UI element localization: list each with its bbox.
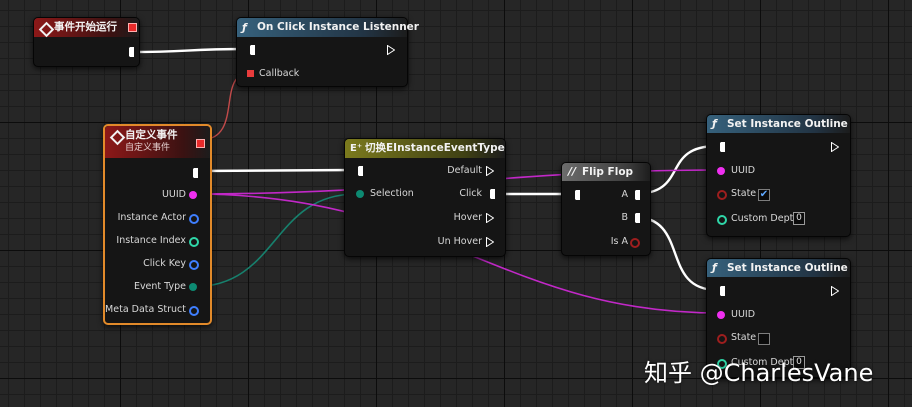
uuid-label: UUID (731, 309, 756, 320)
flip-flop-header: // Flip Flop (562, 163, 650, 181)
click-label: Click (459, 188, 482, 199)
flip-flop-node[interactable]: // Flip Flop A B Is A (561, 162, 651, 256)
un-hover-label: Un Hover (437, 236, 482, 247)
function-icon: ƒ (712, 117, 717, 130)
event-type-pin[interactable] (189, 283, 197, 291)
event-diamond-icon (38, 21, 55, 38)
event-diamond-icon (109, 129, 126, 146)
on-click-listener-node[interactable]: ƒ On Click Instance Listenner Callback (236, 17, 419, 87)
callback-label: Callback (259, 68, 300, 79)
exec-out-pin[interactable] (831, 286, 839, 296)
exec-in-pin[interactable] (720, 286, 725, 296)
state-label: State (731, 188, 757, 199)
meta-data-struct-label: Meta Data Struct (105, 304, 186, 315)
instance-actor-pin[interactable] (189, 214, 199, 224)
instance-index-pin[interactable] (189, 237, 199, 247)
meta-data-struct-pin[interactable] (189, 306, 199, 316)
event-begin-play-node[interactable]: 事件开始运行 (33, 17, 140, 67)
state-checkbox[interactable]: ✔ (758, 189, 770, 201)
a-exec-out-pin[interactable] (635, 190, 640, 200)
switch-enum-header: E⁺ 切换EInstanceEventType (345, 139, 505, 158)
b-exec-out-pin[interactable] (635, 213, 640, 223)
exec-out-pin[interactable] (129, 47, 134, 57)
switch-enum-icon: E⁺ (350, 143, 363, 154)
exec-out-pin[interactable] (831, 142, 839, 152)
instance-index-label: Instance Index (116, 235, 186, 246)
on-click-listener-header: ƒ On Click Instance Listenner (237, 18, 419, 37)
event-output-delegate-icon (196, 139, 205, 148)
node-title: 事件开始运行 (54, 21, 117, 33)
node-title: 切换EInstanceEventType (365, 142, 505, 154)
exec-out-pin[interactable] (193, 168, 198, 178)
switch-enum-node[interactable]: E⁺ 切换EInstanceEventType Selection Defaul… (344, 138, 506, 257)
hover-label: Hover (453, 212, 482, 223)
state-label: State (731, 332, 757, 343)
wire-exec-customevent-to-switch (196, 168, 355, 173)
default-exec-out-pin[interactable] (486, 166, 494, 176)
selection-label: Selection (370, 188, 414, 199)
uuid-label: UUID (731, 165, 756, 176)
b-label: B (621, 212, 628, 223)
exec-in-pin[interactable] (358, 166, 363, 176)
a-label: A (621, 189, 629, 200)
wire-enum-eventtype-to-selection (191, 193, 358, 288)
custom-event-node[interactable]: 自定义事件 自定义事件 UUID Instance Actor Instance… (103, 124, 212, 325)
uuid-pin[interactable] (189, 191, 197, 199)
exec-in-pin[interactable] (720, 142, 725, 152)
custom-depth-pin[interactable] (717, 215, 727, 225)
function-icon: ƒ (712, 261, 717, 274)
exec-in-pin[interactable] (250, 45, 255, 55)
click-key-pin[interactable] (189, 260, 199, 270)
uuid-label: UUID (161, 189, 186, 200)
exec-out-pin[interactable] (387, 45, 395, 55)
set-instance-outline-header: ƒ Set Instance Outline (707, 259, 850, 277)
instance-actor-label: Instance Actor (117, 212, 186, 223)
function-icon: ƒ (242, 21, 247, 34)
default-label: Default (447, 165, 482, 176)
node-title: Flip Flop (582, 166, 634, 178)
wire-exec-beginplay-to-listener (130, 47, 247, 54)
hover-exec-out-pin[interactable] (486, 213, 494, 223)
node-title: Set Instance Outline (727, 262, 848, 274)
event-type-label: Event Type (133, 281, 186, 292)
state-checkbox[interactable] (758, 333, 770, 345)
event-output-delegate-icon (128, 23, 137, 32)
is-a-bool-pin[interactable] (630, 238, 640, 248)
custom-depth-label: Custom Depth (731, 213, 800, 224)
event-begin-play-header: 事件开始运行 (34, 18, 139, 38)
callback-delegate-pin[interactable] (247, 70, 254, 77)
is-a-label: Is A (610, 236, 628, 247)
custom-event-header: 自定义事件 自定义事件 (105, 126, 210, 158)
selection-pin[interactable] (356, 190, 364, 198)
custom-depth-input[interactable]: 0 (793, 212, 805, 225)
set-instance-outline-node-1[interactable]: ƒ Set Instance Outline UUID State ✔ Cust… (706, 114, 851, 237)
click-key-label: Click Key (143, 258, 186, 269)
uuid-pin[interactable] (717, 167, 725, 175)
un-hover-exec-out-pin[interactable] (486, 237, 494, 247)
node-title: On Click Instance Listenner (257, 21, 419, 33)
watermark: 知乎 @CharlesVane (644, 359, 874, 387)
uuid-pin[interactable] (717, 311, 725, 319)
state-pin[interactable] (717, 334, 727, 344)
node-title: 自定义事件 (125, 129, 178, 141)
state-pin[interactable] (717, 190, 727, 200)
node-title: Set Instance Outline (727, 118, 848, 130)
click-exec-out-pin[interactable] (490, 189, 495, 199)
set-instance-outline-header: ƒ Set Instance Outline (707, 115, 850, 133)
exec-in-pin[interactable] (575, 190, 580, 200)
flipflop-icon: // (568, 165, 577, 178)
